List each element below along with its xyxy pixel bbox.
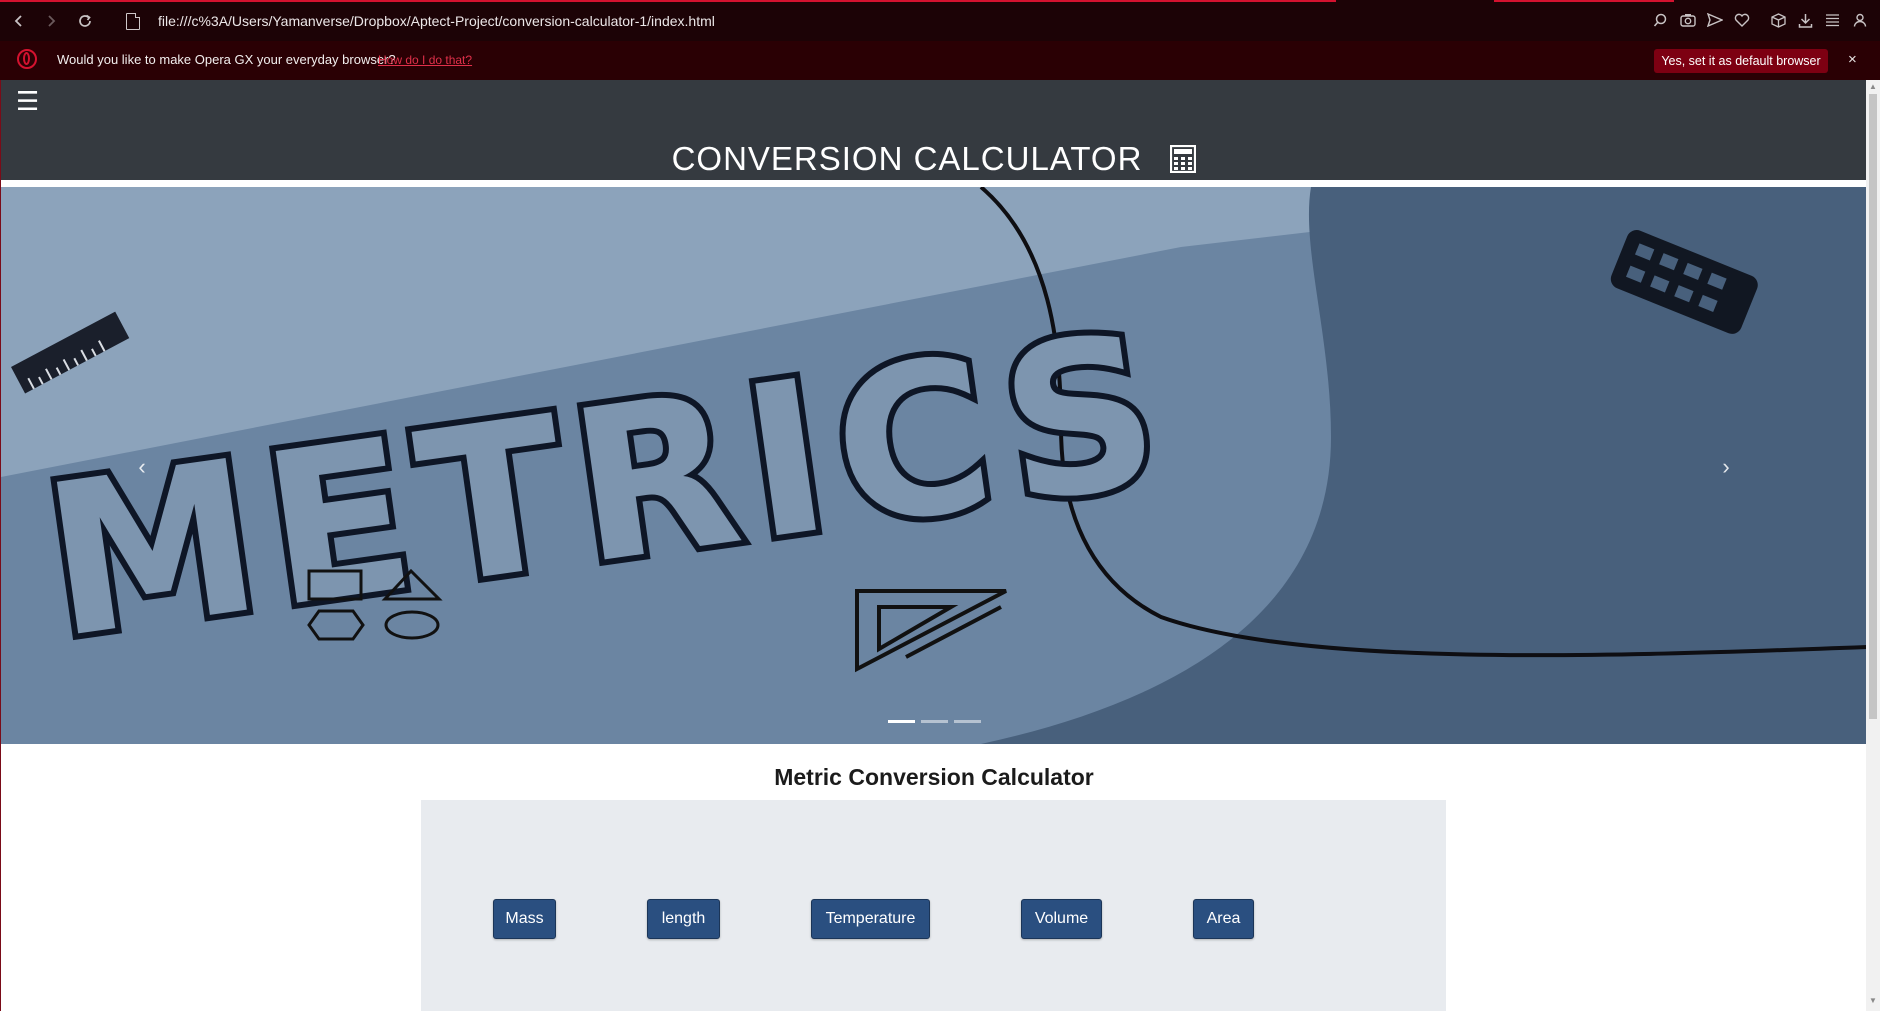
menu-icon[interactable] <box>1824 9 1841 31</box>
send-icon[interactable] <box>1706 9 1723 31</box>
carousel-indicator-3[interactable] <box>954 720 981 723</box>
image-carousel: METRICS METRICS ‹ › <box>1 187 1867 744</box>
tab-indicator <box>1494 0 1674 2</box>
site-header: ☰ CONVERSION CALCULATOR <box>1 80 1867 180</box>
search-icon[interactable] <box>1652 9 1669 31</box>
converter-panel: Mass length Temperature Volume Area <box>421 800 1446 1011</box>
length-button[interactable]: length <box>647 899 720 939</box>
heart-icon[interactable] <box>1733 9 1750 31</box>
carousel-prev-icon[interactable]: ‹ <box>122 447 162 487</box>
reload-icon[interactable] <box>74 10 96 32</box>
page-title: CONVERSION CALCULATOR <box>671 140 1143 177</box>
temperature-button[interactable]: Temperature <box>811 899 930 939</box>
address-bar[interactable]: file:///c%3A/Users/Yamanverse/Dropbox/Ap… <box>126 9 715 33</box>
close-icon[interactable]: × <box>1848 51 1857 68</box>
forward-icon[interactable] <box>40 10 62 32</box>
default-browser-infobar: Would you like to make Opera GX your eve… <box>0 41 1880 81</box>
browser-toolbar: file:///c%3A/Users/Yamanverse/Dropbox/Ap… <box>0 0 1880 42</box>
carousel-indicator-2[interactable] <box>921 720 948 723</box>
toolbar-icons <box>1652 9 1868 31</box>
scroll-up-icon[interactable]: ▲ <box>1869 82 1877 91</box>
box-icon[interactable] <box>1770 9 1787 31</box>
page-title-wrap: CONVERSION CALCULATOR <box>1 140 1867 178</box>
carousel-indicators <box>888 720 981 723</box>
section-heading: Metric Conversion Calculator <box>774 764 1094 790</box>
scroll-down-icon[interactable]: ▼ <box>1869 996 1877 1005</box>
download-icon[interactable] <box>1797 9 1814 31</box>
infobar-message: Would you like to make Opera GX your eve… <box>57 52 396 67</box>
back-icon[interactable] <box>8 10 30 32</box>
calculator-icon <box>1170 145 1197 173</box>
hamburger-menu-icon[interactable]: ☰ <box>16 88 39 114</box>
profile-icon[interactable] <box>1851 9 1868 31</box>
file-icon <box>126 12 140 30</box>
carousel-next-icon[interactable]: › <box>1706 447 1746 487</box>
carousel-indicator-1[interactable] <box>888 720 915 723</box>
camera-icon[interactable] <box>1679 9 1696 31</box>
metrics-banner-image: METRICS METRICS <box>1 187 1867 744</box>
page-scrollbar[interactable]: ▲ ▼ <box>1866 80 1880 1011</box>
opera-logo-icon <box>17 49 37 69</box>
volume-button[interactable]: Volume <box>1021 899 1102 939</box>
page-viewport: ☰ CONVERSION CALCULATOR METRICS METRICS … <box>0 80 1867 1011</box>
header-divider <box>1 180 1867 187</box>
set-default-browser-button[interactable]: Yes, set it as default browser <box>1654 49 1828 73</box>
how-do-i-link[interactable]: How do I do that? <box>378 53 472 67</box>
tab-indicator <box>0 0 1336 2</box>
area-button[interactable]: Area <box>1193 899 1254 939</box>
mass-button[interactable]: Mass <box>493 899 556 939</box>
url-text: file:///c%3A/Users/Yamanverse/Dropbox/Ap… <box>158 13 715 29</box>
scrollbar-thumb[interactable] <box>1869 94 1877 719</box>
